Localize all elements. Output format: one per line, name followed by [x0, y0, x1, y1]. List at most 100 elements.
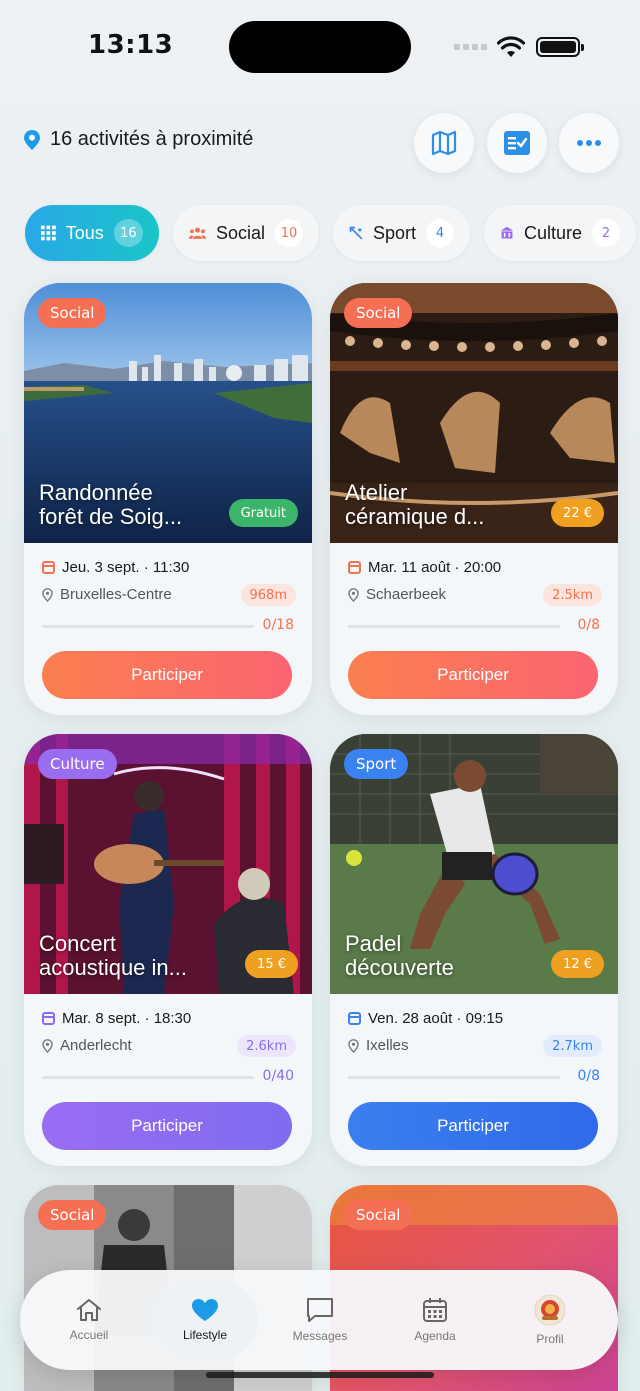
filter-chip-culture[interactable]: Culture 2 — [484, 205, 636, 261]
location-pin-icon — [42, 587, 53, 602]
participate-button[interactable]: Participer — [42, 1102, 292, 1150]
calendar-icon — [42, 1012, 55, 1025]
home-icon — [77, 1299, 101, 1321]
activity-title: Randonnée forêt de Soig... — [39, 481, 183, 529]
participants-count: 0/8 — [577, 1068, 600, 1084]
chat-icon — [307, 1298, 333, 1322]
status-time: 13:13 — [88, 30, 174, 60]
participants-bar — [348, 1076, 560, 1079]
activity-title: Concert acoustique in... — [39, 932, 187, 980]
heart-icon — [192, 1299, 218, 1321]
date-row: Mar. 8 sept. · 18:30 — [42, 1010, 191, 1027]
activity-card[interactable]: Social Atelier céramique d... 22 € Mar. … — [330, 283, 618, 715]
nav-label: Lifestyle — [182, 1328, 228, 1342]
wifi-icon — [497, 36, 525, 57]
more-button[interactable] — [559, 113, 619, 173]
nav-item-messages[interactable]: Messages — [265, 1270, 375, 1370]
price-badge: 22 € — [551, 499, 604, 527]
activity-image: Social Atelier céramique d... 22 € — [330, 283, 618, 543]
category-badge: Social — [344, 1200, 413, 1230]
status-bar: 13:13 — [0, 0, 640, 95]
location-pin-icon — [24, 129, 40, 150]
participate-button[interactable]: Participer — [348, 1102, 598, 1150]
distance-badge: 2.6km — [237, 1035, 296, 1057]
nav-item-accueil[interactable]: Accueil — [34, 1270, 144, 1370]
activity-image: Sport Padel découverte 12 € — [330, 734, 618, 994]
location-summary: 16 activités à proximité — [24, 128, 253, 151]
activity-card[interactable]: Sport Padel découverte 12 € Ven. 28 août… — [330, 734, 618, 1166]
grid-icon — [41, 225, 56, 241]
filter-label: Culture — [523, 222, 582, 243]
filter-chip-sport[interactable]: Sport 4 — [333, 205, 470, 261]
nav-item-lifestyle[interactable]: Lifestyle — [152, 1281, 258, 1359]
participants-bar — [42, 625, 254, 628]
dynamic-island — [229, 21, 411, 73]
calendar-icon — [42, 561, 55, 574]
place-row: Anderlecht — [42, 1037, 132, 1054]
distance-badge: 2.5km — [543, 584, 602, 606]
participants-count: 0/8 — [577, 617, 600, 633]
location-pin-icon — [348, 587, 359, 602]
participants-count: 0/18 — [262, 617, 294, 633]
checklist-button[interactable] — [487, 113, 547, 173]
category-badge: Sport — [344, 749, 409, 779]
bottom-nav: Accueil Lifestyle Messages Agenda Profil — [20, 1270, 618, 1370]
map-button[interactable] — [414, 113, 474, 173]
price-badge: Gratuit — [228, 499, 298, 527]
distance-badge: 968m — [240, 584, 296, 606]
price-badge: 15 € — [245, 950, 298, 978]
location-pin-icon — [42, 1038, 53, 1053]
filter-chip-tous[interactable]: Tous 16 — [25, 205, 159, 261]
nav-label: Agenda — [414, 1329, 456, 1343]
filter-chip-social[interactable]: Social 10 — [173, 205, 319, 261]
activity-image: Social Randonnée forêt de Soig... Gratui… — [24, 283, 312, 543]
location-text: 16 activités à proximité — [50, 128, 254, 150]
date-row: Jeu. 3 sept. · 11:30 — [42, 559, 189, 576]
place-row: Ixelles — [348, 1037, 409, 1054]
category-badge: Social — [38, 298, 107, 328]
location-pin-icon — [348, 1038, 359, 1053]
nav-item-agenda[interactable]: Agenda — [380, 1270, 490, 1370]
filter-label: Social — [215, 222, 265, 243]
category-badge: Social — [344, 298, 413, 328]
calendar-icon — [423, 1298, 447, 1322]
filter-label: Tous — [65, 222, 104, 243]
activity-card[interactable]: Social Randonnée forêt de Soig... Gratui… — [24, 283, 312, 715]
place-row: Bruxelles-Centre — [42, 586, 172, 603]
nav-item-profil[interactable]: Profil — [495, 1270, 605, 1370]
participants-bar — [42, 1076, 254, 1079]
filter-label: Sport — [372, 222, 416, 243]
date-row: Mar. 11 août · 20:00 — [348, 559, 501, 576]
avatar — [534, 1294, 566, 1326]
participants-bar — [348, 625, 560, 628]
participants-count: 0/40 — [262, 1068, 294, 1084]
nav-label: Profil — [536, 1332, 564, 1346]
distance-badge: 2.7km — [543, 1035, 602, 1057]
participate-button[interactable]: Participer — [42, 651, 292, 699]
museum-icon — [500, 226, 514, 239]
place-row: Schaerbeek — [348, 586, 446, 603]
signal-icon — [454, 44, 487, 50]
filter-count: 16 — [113, 219, 143, 247]
date-row: Ven. 28 août · 09:15 — [348, 1010, 503, 1027]
activity-title: Atelier céramique d... — [345, 481, 485, 529]
more-icon — [577, 140, 601, 146]
battery-icon — [536, 37, 584, 57]
price-badge: 12 € — [551, 950, 604, 978]
activity-image: Culture Concert acoustique in... 15 € — [24, 734, 312, 994]
filter-count: 4 — [426, 219, 454, 247]
participate-button[interactable]: Participer — [348, 651, 598, 699]
map-icon — [431, 130, 457, 156]
filter-count: 2 — [592, 219, 620, 247]
nav-label: Accueil — [69, 1328, 109, 1342]
home-indicator — [206, 1372, 434, 1378]
nav-label: Messages — [292, 1329, 348, 1343]
checklist-icon — [504, 131, 530, 155]
category-badge: Social — [38, 1200, 107, 1230]
category-badge: Culture — [38, 749, 117, 779]
activity-card[interactable]: Culture Concert acoustique in... 15 € Ma… — [24, 734, 312, 1166]
sport-icon — [349, 226, 363, 240]
calendar-icon — [348, 561, 361, 574]
activity-title: Padel découverte — [345, 932, 454, 980]
people-icon — [189, 227, 206, 239]
